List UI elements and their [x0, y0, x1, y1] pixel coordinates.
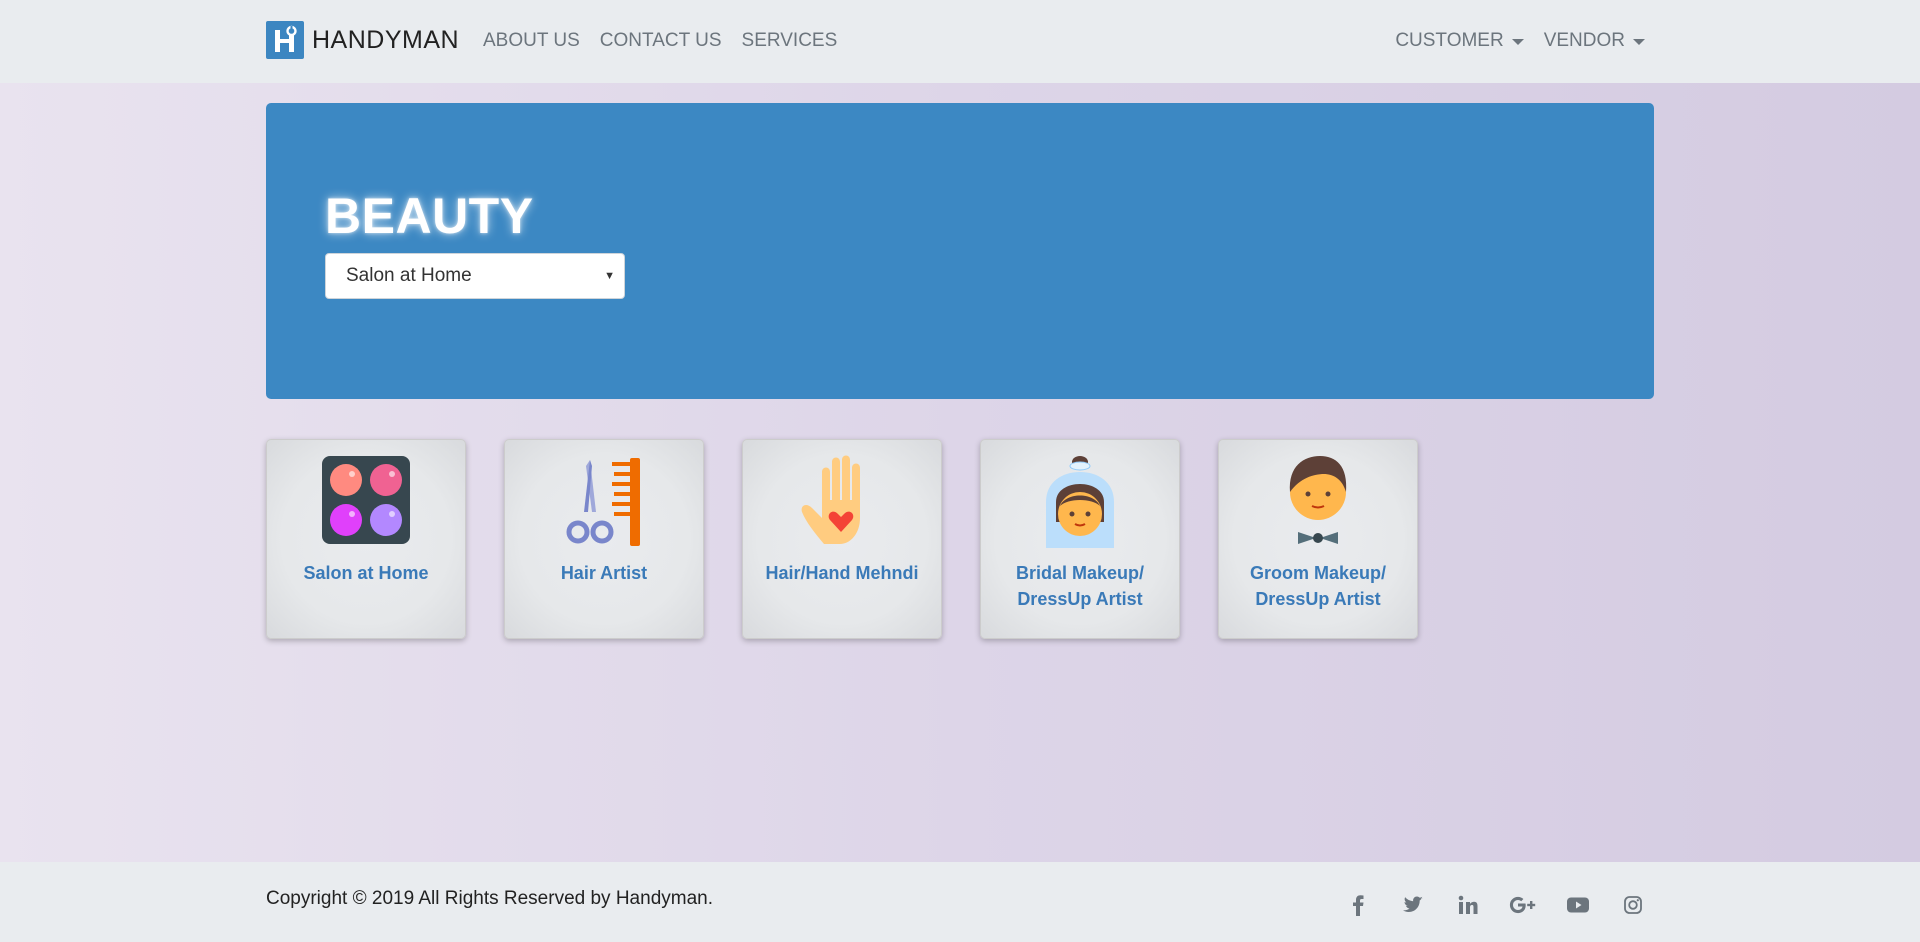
service-card-salon-at-home[interactable]: Salon at Home [266, 439, 466, 639]
copyright-text: Copyright © 2019 All Rights Reserved by … [266, 888, 714, 909]
nav-links: ABOUT US CONTACT US SERVICES [483, 28, 837, 54]
customer-dropdown[interactable]: CUSTOMER [1395, 28, 1524, 54]
category-title: BEAUTY [325, 188, 534, 244]
twitter-icon[interactable] [1395, 892, 1430, 918]
brand-name: HANDYMAN [312, 25, 460, 54]
facebook-icon[interactable] [1340, 892, 1375, 918]
h-wrench-logo-icon [266, 21, 304, 59]
service-select[interactable]: Salon at Home ▼ [325, 253, 625, 299]
service-card-label: Bridal Makeup/ DressUp Artist [1015, 563, 1145, 609]
service-card-label: Salon at Home [303, 563, 429, 583]
service-card-hair-hand-mehndi[interactable]: Hair/Hand Mehndi [742, 439, 942, 639]
service-card-label: Hair/Hand Mehndi [765, 563, 919, 583]
service-select-value: Salon at Home [346, 265, 472, 286]
service-card-label: Groom Makeup/ DressUp Artist [1249, 563, 1387, 609]
makeup-palette-icon [318, 452, 414, 548]
service-card-hair-artist[interactable]: Hair Artist [504, 439, 704, 639]
navbar: HANDYMAN ABOUT US CONTACT US SERVICES CU… [0, 0, 1920, 83]
groom-icon [1270, 452, 1366, 548]
hand-heart-icon [794, 452, 890, 548]
linkedin-icon[interactable] [1450, 892, 1485, 918]
nav-services[interactable]: SERVICES [742, 28, 838, 54]
google-plus-icon[interactable] [1505, 892, 1540, 918]
caret-down-icon [1511, 39, 1524, 45]
caret-down-icon [1633, 39, 1645, 45]
select-arrow-icon: ▼ [604, 270, 615, 282]
service-card-label: Hair Artist [560, 563, 648, 583]
service-cards: Salon at Home Hair Artist Hair/Hand Mehn… [266, 439, 1418, 639]
customer-dropdown-label: CUSTOMER [1395, 30, 1504, 51]
nav-contact-us[interactable]: CONTACT US [600, 28, 722, 54]
youtube-icon[interactable] [1560, 892, 1595, 918]
service-card-groom-makeup[interactable]: Groom Makeup/ DressUp Artist [1218, 439, 1418, 639]
category-banner: BEAUTY Salon at Home ▼ [266, 103, 1654, 399]
bride-icon [1032, 452, 1128, 548]
service-card-bridal-makeup[interactable]: Bridal Makeup/ DressUp Artist [980, 439, 1180, 639]
vendor-dropdown[interactable]: VENDOR [1544, 28, 1645, 54]
nav-dropdowns: CUSTOMER VENDOR [1395, 28, 1645, 54]
footer: Copyright © 2019 All Rights Reserved by … [0, 862, 1920, 942]
nav-about-us[interactable]: ABOUT US [483, 28, 580, 54]
social-links [1340, 892, 1650, 918]
vendor-dropdown-label: VENDOR [1543, 30, 1625, 51]
brand-link[interactable]: HANDYMAN [266, 21, 459, 59]
instagram-icon[interactable] [1615, 892, 1650, 918]
scissors-comb-icon [556, 452, 652, 548]
